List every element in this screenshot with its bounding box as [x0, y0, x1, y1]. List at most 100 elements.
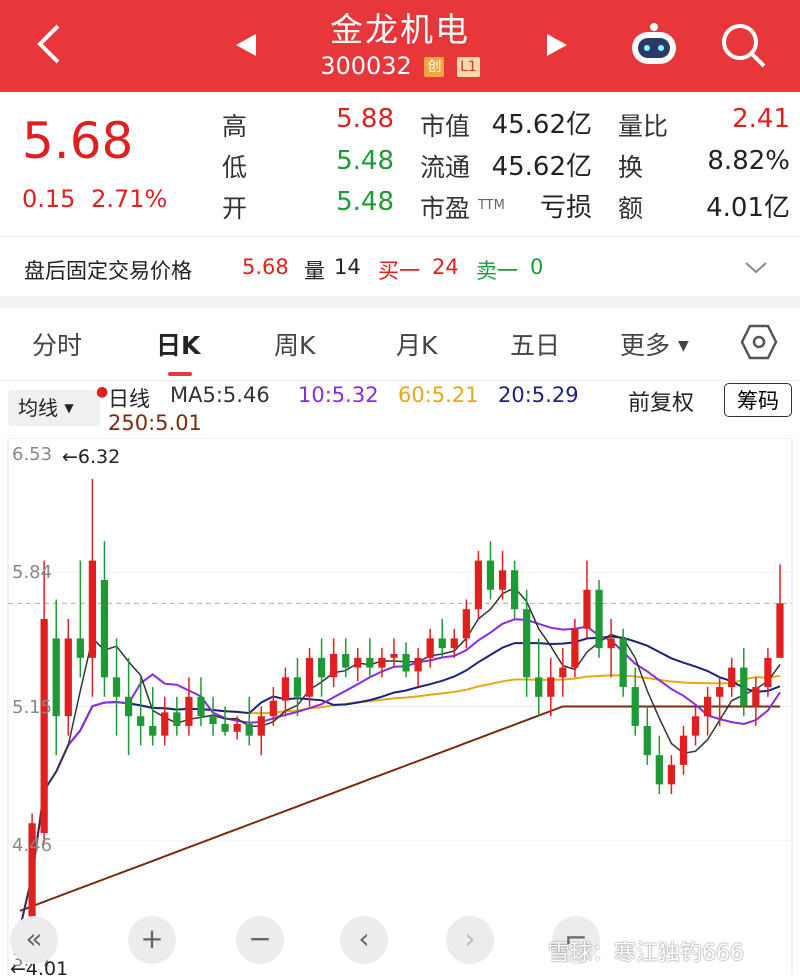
- ma-selector[interactable]: 均线 ▼: [8, 390, 100, 426]
- ma10-value: 10:5.32: [298, 383, 379, 407]
- tab-intraday[interactable]: 分时: [32, 326, 82, 362]
- adjust-mode-button[interactable]: 前复权: [628, 385, 694, 417]
- candle-body: [462, 609, 470, 639]
- candle-body: [703, 696, 712, 717]
- candle-body: [161, 712, 169, 736]
- candle-body: [728, 667, 736, 688]
- after-hours-volume-label: 量: [304, 259, 325, 283]
- candle-body: [390, 653, 398, 658]
- stock-name: 金龙机电: [330, 10, 470, 49]
- candle-body: [173, 712, 181, 726]
- candle-body: [414, 657, 422, 672]
- candle-body: [257, 716, 265, 736]
- stock-code: 300032: [320, 52, 412, 80]
- candle-body: [643, 725, 651, 756]
- y-tick-label: 5.15: [12, 697, 53, 718]
- open-value: 5.48: [336, 187, 394, 217]
- tab-more[interactable]: 更多 ▼: [620, 326, 689, 362]
- high-label: 高: [222, 112, 248, 141]
- candlestick-chart[interactable]: [0, 438, 800, 975]
- candle-body: [607, 638, 615, 649]
- after-hours-sell-label: 卖一: [476, 259, 518, 283]
- candle-body: [269, 700, 277, 717]
- pe-value: 亏损: [539, 193, 592, 223]
- tab-monthly-k[interactable]: 月K: [396, 326, 437, 362]
- chevron-down-icon[interactable]: [744, 261, 768, 275]
- pe-label-text: 市盈: [420, 194, 471, 223]
- open-label: 开: [222, 194, 248, 223]
- robot-assistant-icon[interactable]: [628, 22, 680, 68]
- candle-body: [197, 696, 205, 717]
- candle-body: [691, 716, 700, 736]
- tab-five-day[interactable]: 五日: [510, 326, 560, 362]
- ma-line: [19, 586, 781, 929]
- caret-down-icon: ▼: [677, 338, 689, 354]
- candle-body: [716, 687, 724, 697]
- candle-body: [112, 677, 121, 697]
- chuangye-badge: 创: [424, 57, 445, 77]
- section-divider: [0, 296, 800, 308]
- move-left-button[interactable]: ‹: [340, 916, 388, 964]
- candle-body: [486, 560, 495, 590]
- candle-body: [76, 638, 84, 658]
- level-badge: L1: [457, 57, 480, 77]
- candle-body: [402, 653, 410, 672]
- y-tick-label: 6.53: [12, 444, 53, 465]
- ma-line: [19, 674, 781, 929]
- after-hours-volume: 14: [334, 255, 361, 279]
- settings-hexagon-icon[interactable]: [740, 323, 778, 361]
- ma5-value: MA5:5.46: [170, 383, 270, 407]
- candle-body: [317, 657, 326, 678]
- tab-daily-k[interactable]: 日K: [156, 326, 200, 362]
- tab-weekly-k[interactable]: 周K: [274, 326, 315, 362]
- after-hours-row[interactable]: 盘后固定交易价格 5.68 量 14 买一 24 卖一 0: [0, 236, 800, 297]
- candle-body: [523, 609, 531, 678]
- ma60-value: 60:5.21: [398, 383, 479, 407]
- candle-body: [209, 716, 217, 725]
- candle-body: [474, 560, 483, 610]
- candle-body: [221, 724, 229, 732]
- candle-body: [88, 560, 97, 658]
- candle-body: [233, 724, 241, 732]
- high-marker: ←6.32: [62, 446, 121, 468]
- watermark-text: 雪球：寒江独钓666: [548, 941, 744, 966]
- candle-body: [776, 603, 784, 658]
- candle-body: [366, 657, 374, 668]
- mcap-label: 市值: [420, 112, 471, 141]
- active-tab-indicator: [168, 372, 192, 376]
- candle-body: [281, 677, 290, 701]
- caret-down-icon: ▼: [64, 401, 74, 415]
- move-right-button[interactable]: ›: [446, 916, 494, 964]
- y-tick-label: 5.84: [12, 562, 53, 583]
- low-value: 5.48: [336, 146, 394, 176]
- candle-body: [124, 696, 133, 717]
- candle-body: [64, 638, 72, 717]
- tab-more-label: 更多: [620, 331, 671, 360]
- period-label: 日线: [108, 387, 150, 411]
- ma-line: [19, 618, 781, 929]
- ma250-value: 250:5.01: [108, 411, 202, 435]
- candle-body: [631, 687, 639, 726]
- candle-body: [342, 653, 350, 668]
- volume-ratio-label: 量比: [618, 112, 669, 141]
- zoom-in-button[interactable]: +: [128, 916, 176, 964]
- change-percent: 2.71%: [91, 185, 168, 213]
- candle-body: [679, 735, 688, 765]
- candle-body: [619, 638, 627, 688]
- chips-button[interactable]: 筹码: [724, 383, 792, 417]
- ma20-value: 20:5.29: [498, 383, 579, 407]
- change-value: 0.15: [22, 185, 76, 213]
- candle-body: [100, 580, 109, 678]
- scroll-left-end-button[interactable]: «: [10, 916, 58, 964]
- candle-body: [378, 657, 386, 668]
- header-bar: 金龙机电 300032 创 L1: [0, 0, 800, 92]
- candle-body: [547, 677, 555, 697]
- zoom-out-button[interactable]: −: [236, 916, 284, 964]
- next-stock-icon[interactable]: [545, 32, 571, 58]
- candle-body: [354, 657, 362, 668]
- amount-label: 额: [618, 194, 644, 223]
- dot-icon: ●: [96, 384, 109, 400]
- mcap-value: 45.62亿: [491, 110, 592, 140]
- candle-body: [510, 570, 519, 610]
- search-icon[interactable]: [718, 20, 768, 70]
